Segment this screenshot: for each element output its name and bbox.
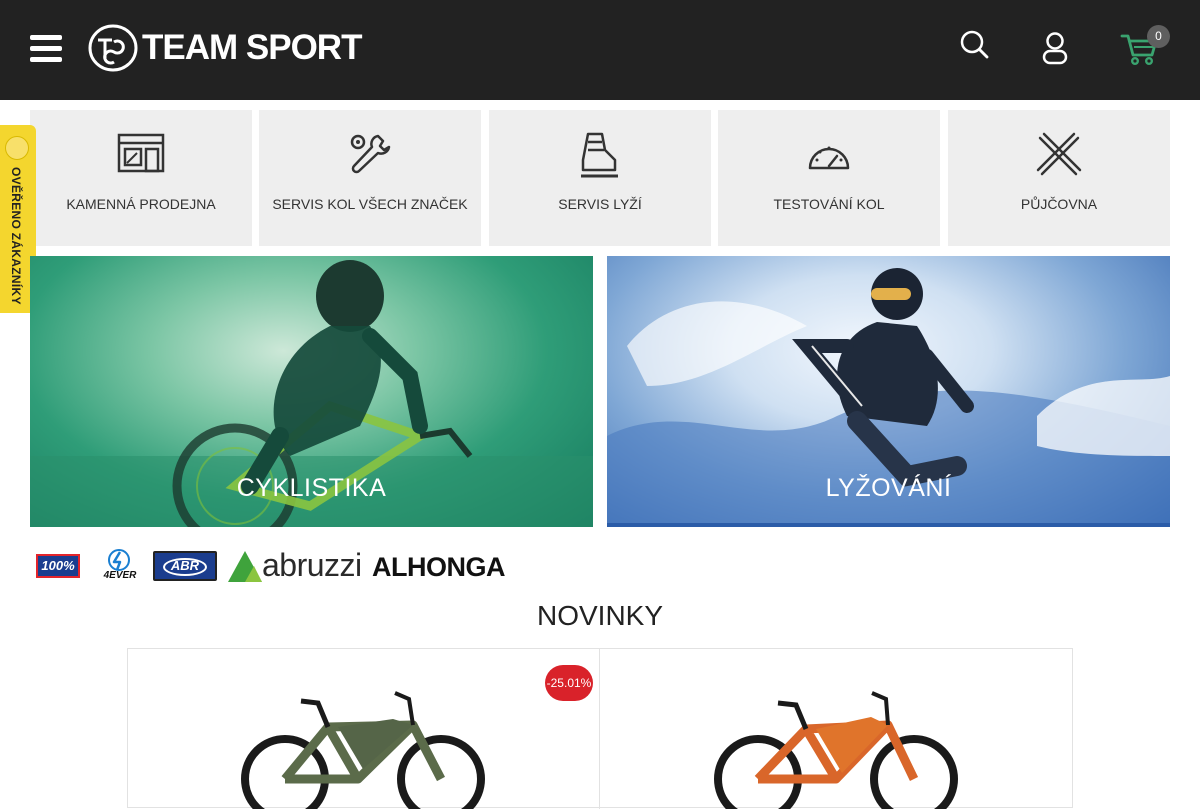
product-card[interactable] (600, 649, 1072, 809)
tile-rental[interactable]: PŮJČOVNA (948, 110, 1170, 246)
tile-label: SERVIS LYŽÍ (558, 196, 642, 212)
product-image (714, 691, 958, 809)
brand-abruzzi-logo[interactable]: abruzzi (228, 547, 362, 583)
logo-text: TEAM SPORT (142, 28, 362, 67)
brand-name: abruzzi (262, 547, 362, 583)
brand-name: 4EVER (103, 570, 137, 581)
tile-store[interactable]: KAMENNÁ PRODEJNA (30, 110, 252, 246)
tile-label: KAMENNÁ PRODEJNA (66, 196, 216, 212)
tile-label: PŮJČOVNA (1020, 196, 1098, 212)
speedometer-icon (808, 146, 850, 170)
new-arrivals-title: NOVINKY (536, 600, 664, 631)
ski-boot-icon (581, 132, 618, 178)
service-tiles: KAMENNÁ PRODEJNA SERVIS KOL VŠECH ZNAČEK… (30, 110, 1170, 246)
brand-name: ABR (170, 558, 200, 573)
product-carousel: -25.01% (127, 648, 1073, 809)
category-skiing[interactable]: LYŽOVÁNÍ (607, 256, 1170, 527)
logo[interactable]: TEAM SPORT (88, 24, 362, 72)
tools-icon (350, 134, 391, 174)
tile-ski-service[interactable]: SERVIS LYŽÍ (489, 110, 711, 246)
brand-alhonga-logo[interactable]: ALHONGA (372, 552, 526, 582)
verified-badge-text: OVĚŘENO ZÁKAZNÍKY (9, 167, 23, 305)
menu-icon[interactable] (30, 35, 62, 63)
site-header: TEAM SPORT 0 (0, 0, 1200, 100)
product-card[interactable]: -25.01% (128, 649, 600, 809)
tile-bike-service[interactable]: SERVIS KOL VŠECH ZNAČEK (259, 110, 481, 246)
store-icon (117, 133, 165, 173)
abruzzi-logo-icon (228, 551, 262, 582)
category-label: LYŽOVÁNÍ (825, 474, 952, 502)
category-label: CYKLISTIKA (236, 474, 387, 502)
product-image (241, 691, 485, 809)
user-icon[interactable] (1040, 32, 1070, 66)
tile-label: SERVIS KOL VŠECH ZNAČEK (272, 196, 468, 212)
crossed-skis-icon (1036, 132, 1082, 176)
category-cycling[interactable]: CYKLISTIKA (30, 256, 593, 527)
tile-label: TESTOVÁNÍ KOL (773, 196, 885, 212)
search-icon[interactable] (960, 30, 990, 62)
brand-abr-logo[interactable]: ABR (153, 551, 217, 581)
brand-100-logo[interactable]: 100% (36, 554, 80, 578)
seal-icon (5, 136, 29, 160)
brand-4ever-logo[interactable]: 4EVER (94, 548, 144, 584)
logo-icon (88, 24, 138, 72)
tile-bike-testing[interactable]: TESTOVÁNÍ KOL (718, 110, 940, 246)
cart-count-badge: 0 (1147, 25, 1170, 48)
discount-badge: -25.01% (545, 665, 593, 701)
